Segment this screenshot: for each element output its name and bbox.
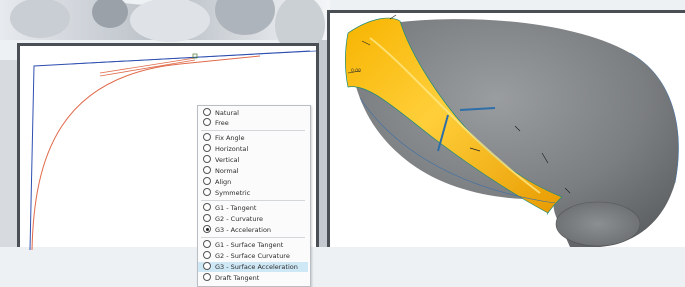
menu-item-align[interactable]: Align bbox=[198, 177, 308, 187]
tangency-context-menu[interactable]: Natural Free Fix Angle Horizontal Vertic… bbox=[197, 105, 311, 287]
radio-draft-tangent[interactable] bbox=[203, 273, 211, 281]
radio-natural[interactable] bbox=[203, 108, 211, 116]
menu-item-horizontal[interactable]: Horizontal bbox=[198, 144, 308, 154]
red-curve-3 bbox=[99, 59, 196, 77]
menu-item-symmetric[interactable]: Symmetric bbox=[198, 188, 308, 198]
menu-item-g3-surface-acceleration[interactable]: G3 - Surface Acceleration bbox=[198, 262, 308, 272]
end-cap bbox=[555, 201, 641, 247]
radio-g3-surface-acceleration[interactable] bbox=[203, 262, 211, 270]
menu-item-normal[interactable]: Normal bbox=[198, 166, 308, 176]
menu-item-fix-angle[interactable]: Fix Angle bbox=[198, 133, 308, 143]
menu-item-vertical[interactable]: Vertical bbox=[198, 155, 308, 165]
dimension-label: 0.00 bbox=[351, 69, 362, 74]
radio-g3-acceleration[interactable] bbox=[203, 225, 211, 233]
curve-panel[interactable]: Natural Free Fix Angle Horizontal Vertic… bbox=[17, 43, 319, 287]
menu-separator bbox=[201, 130, 305, 131]
surface-model[interactable] bbox=[330, 13, 685, 247]
menu-item-natural[interactable]: Natural bbox=[198, 108, 308, 118]
menu-item-g2-surface-curvature[interactable]: G2 - Surface Curvature bbox=[198, 251, 308, 261]
menu-item-free[interactable]: Free bbox=[198, 118, 308, 128]
radio-free[interactable] bbox=[203, 118, 211, 126]
model-viewport[interactable]: 0.00 bbox=[327, 10, 685, 247]
radio-horizontal[interactable] bbox=[203, 144, 211, 152]
menu-item-g2-curvature[interactable]: G2 - Curvature bbox=[198, 214, 308, 224]
radio-g2-surface-curvature[interactable] bbox=[203, 251, 211, 259]
radio-g2-curvature[interactable] bbox=[203, 214, 211, 222]
radio-normal[interactable] bbox=[203, 166, 211, 174]
radio-vertical[interactable] bbox=[203, 155, 211, 163]
menu-separator bbox=[201, 200, 305, 201]
menu-separator bbox=[201, 237, 305, 238]
menu-item-g3-acceleration[interactable]: G3 - Acceleration bbox=[198, 225, 308, 235]
radio-symmetric[interactable] bbox=[203, 188, 211, 196]
menu-item-g1-surface-tangent[interactable]: G1 - Surface Tangent bbox=[198, 240, 308, 250]
radio-align[interactable] bbox=[203, 177, 211, 185]
radio-fix-angle[interactable] bbox=[203, 133, 211, 141]
menu-item-g1-tangent[interactable]: G1 - Tangent bbox=[198, 203, 308, 213]
menu-item-draft-tangent[interactable]: Draft Tangent bbox=[198, 273, 308, 283]
radio-g1-tangent[interactable] bbox=[203, 203, 211, 211]
